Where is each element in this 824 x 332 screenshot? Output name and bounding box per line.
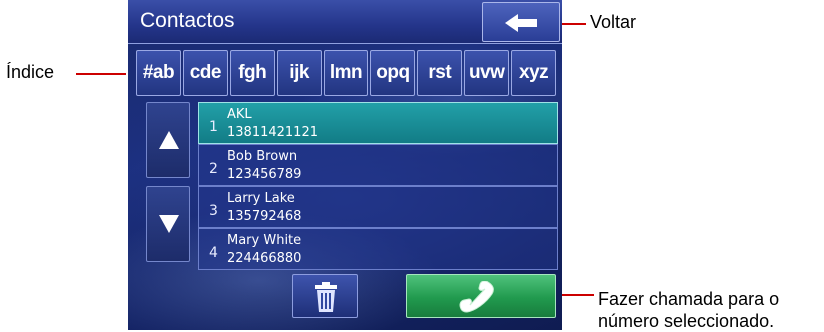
- call-button[interactable]: [406, 274, 556, 318]
- index-tab-rst[interactable]: rst: [417, 50, 463, 96]
- bottom-toolbar: [128, 268, 562, 330]
- page-title: Contactos: [140, 9, 235, 32]
- contact-phone: 224466880: [227, 251, 302, 266]
- contact-phone: 13811421121: [227, 125, 318, 140]
- back-button[interactable]: [482, 2, 560, 42]
- contact-row[interactable]: 2 Bob Brown 123456789: [198, 144, 558, 186]
- voltar-callout: Voltar: [590, 12, 637, 32]
- contact-name: Mary White: [227, 233, 302, 248]
- index-tab-opq[interactable]: opq: [370, 50, 416, 96]
- contacts-screen: Contactos #ab cde fgh ijk lmn opq rst uv…: [128, 0, 562, 330]
- contact-phone: 135792468: [227, 209, 302, 224]
- contact-row[interactable]: 4 Mary White 224466880: [198, 228, 558, 270]
- trash-icon: [315, 282, 337, 312]
- index-tab-xyz[interactable]: xyz: [511, 50, 557, 96]
- call-callout-line1: Fazer chamada para o: [598, 289, 780, 309]
- contact-list: 1 AKL 13811421121 2 Bob Brown 123456789 …: [198, 102, 558, 270]
- delete-button[interactable]: [292, 274, 358, 318]
- index-bar: #ab cde fgh ijk lmn opq rst uvw xyz: [136, 50, 557, 96]
- scroll-up-button[interactable]: [146, 102, 190, 178]
- index-tab-fgh[interactable]: fgh: [229, 50, 275, 96]
- contact-phone: 123456789: [227, 167, 302, 182]
- index-tab-ijk[interactable]: ijk: [276, 50, 322, 96]
- contact-number: 1: [209, 119, 218, 135]
- index-tab-cde[interactable]: cde: [182, 50, 228, 96]
- contact-number: 2: [209, 161, 218, 177]
- scroll-down-button[interactable]: [146, 186, 190, 262]
- indice-callout: Índice: [6, 62, 55, 82]
- indice-callout-line: [76, 73, 126, 75]
- contact-number: 4: [209, 245, 218, 261]
- contact-name: Bob Brown: [227, 149, 298, 164]
- contact-name: AKL: [227, 107, 252, 122]
- call-callout-line2: número seleccionado.: [598, 311, 775, 331]
- index-tab-uvw[interactable]: uvw: [464, 50, 510, 96]
- title-bar: Contactos: [128, 0, 562, 44]
- contact-name: Larry Lake: [227, 191, 295, 206]
- phone-handset-icon: [459, 281, 494, 313]
- contact-row[interactable]: 3 Larry Lake 135792468: [198, 186, 558, 228]
- index-tab-ab[interactable]: #ab: [136, 50, 181, 96]
- contact-row[interactable]: 1 AKL 13811421121: [198, 102, 558, 144]
- triangle-up-icon: [159, 131, 179, 149]
- index-tab-lmn[interactable]: lmn: [323, 50, 369, 96]
- call-callout: Fazer chamada para o número seleccionado…: [598, 288, 779, 332]
- triangle-down-icon: [159, 215, 179, 233]
- contact-number: 3: [209, 203, 218, 219]
- back-arrow-icon: [505, 14, 537, 32]
